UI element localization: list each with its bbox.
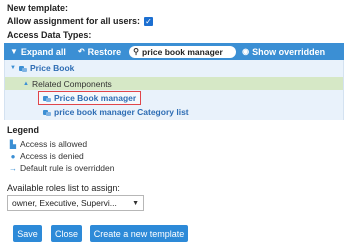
tree-item-label: price book manager Category list — [54, 107, 189, 117]
arrow-icon: → — [9, 163, 17, 173]
access-data-types-label: Access Data Types: — [7, 30, 92, 40]
tree-item-price-book-manager[interactable]: Price Book manager — [43, 93, 136, 103]
access-allowed-icon: ▙ — [9, 139, 17, 149]
show-overridden-label: Show overridden — [252, 46, 326, 57]
chevron-down-icon: ▼ — [10, 47, 18, 56]
tree-item-related-components[interactable]: ▲ Related Components — [23, 79, 112, 89]
close-button[interactable]: Close — [51, 225, 82, 242]
legend-label: Default rule is overridden — [20, 163, 115, 173]
expand-all-label: Expand all — [20, 46, 66, 57]
tree-item-price-book[interactable]: ▼ Price Book — [10, 63, 74, 73]
access-tree: ▼ Price Book ▲ Related Components Price … — [4, 60, 344, 120]
roles-dropdown[interactable]: owner, Executive, Supervi... ▼ — [7, 195, 144, 211]
allow-assignment-row: Allow assignment for all users: ✓ — [7, 16, 154, 26]
access-allowed-icon — [43, 95, 51, 102]
roles-label: Available roles list to assign: — [7, 183, 120, 193]
legend-title: Legend — [7, 125, 40, 135]
tree-item-label: Price Book — [29, 63, 75, 73]
collapse-triangle-icon: ▲ — [23, 81, 29, 87]
search-value: price book manager — [142, 46, 223, 57]
access-allowed-icon — [18, 65, 27, 72]
tree-item-label: Price Book manager — [54, 93, 137, 103]
save-button[interactable]: Save — [13, 225, 42, 242]
search-icon: ⚲ — [133, 47, 140, 56]
search-input[interactable]: ⚲ price book manager — [129, 45, 237, 58]
legend-label: Access is denied — [20, 151, 84, 161]
allow-assignment-label: Allow assignment for all users: — [7, 16, 141, 26]
page-title: New template: — [7, 3, 69, 13]
legend-label: Access is allowed — [20, 139, 88, 149]
allow-assignment-checkbox[interactable]: ✓ — [144, 16, 154, 26]
tree-item-category-list[interactable]: price book manager Category list — [43, 107, 189, 117]
tree-item-label: Related Components — [31, 79, 112, 89]
restore-button[interactable]: ↶ Restore — [72, 47, 127, 57]
legend-item-denied: ● Access is denied — [9, 151, 84, 161]
show-overridden-button[interactable]: ◉ Show overridden — [236, 47, 331, 57]
chevron-down-icon: ▼ — [132, 199, 139, 207]
legend-item-allowed: ▙ Access is allowed — [9, 139, 87, 149]
restore-label: Restore — [87, 46, 122, 57]
eye-icon: ◉ — [242, 47, 250, 56]
collapse-triangle-icon: ▼ — [10, 65, 16, 71]
undo-icon: ↶ — [77, 47, 85, 56]
access-allowed-icon — [43, 109, 51, 116]
toolbar: ▼ Expand all ↶ Restore ⚲ price book mana… — [4, 43, 344, 60]
legend-item-overridden: → Default rule is overridden — [9, 163, 115, 173]
expand-all-button[interactable]: ▼ Expand all — [4, 47, 72, 57]
create-template-button[interactable]: Create a new template — [90, 225, 188, 242]
lock-icon: ● — [10, 151, 16, 161]
roles-selected-value: owner, Executive, Supervi... — [12, 198, 117, 208]
